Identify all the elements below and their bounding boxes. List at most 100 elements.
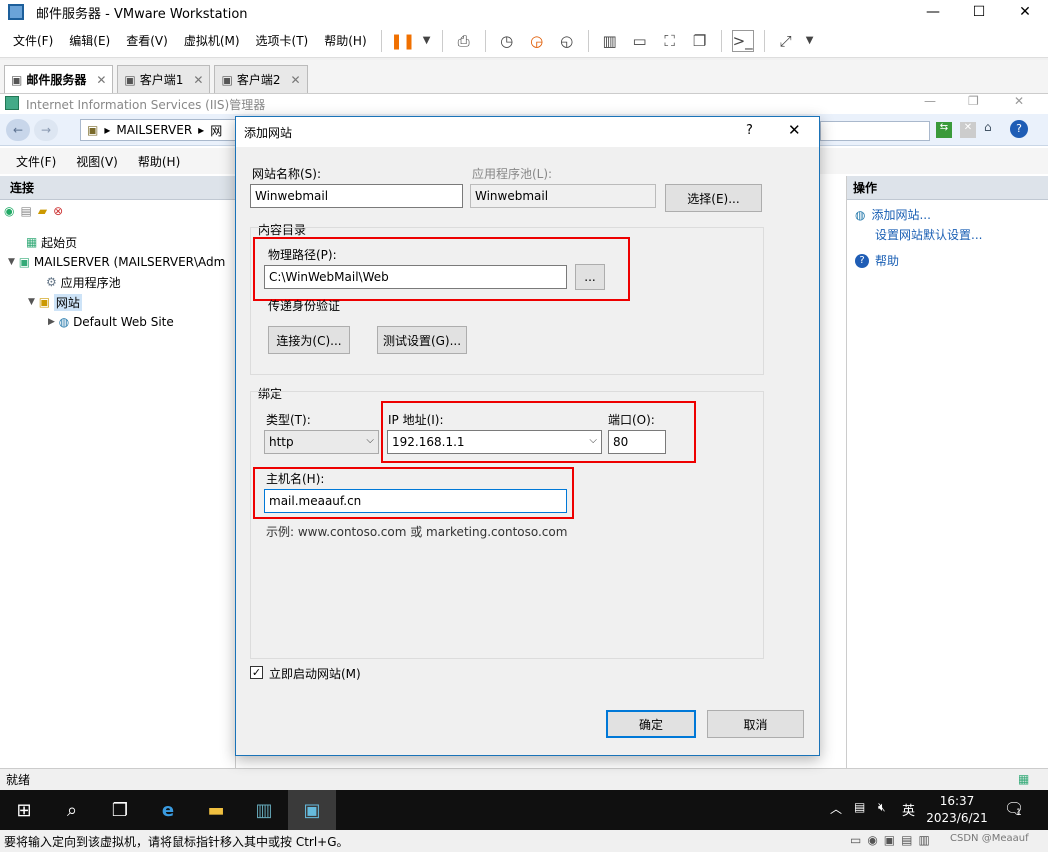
dialog-title-bar: 添加网站 ? ✕: [236, 117, 819, 147]
menu-file[interactable]: 文件(F): [5, 32, 61, 49]
chevron-up-icon[interactable]: ︿: [830, 800, 842, 817]
breadcrumb-server[interactable]: MAILSERVER: [116, 123, 192, 137]
help-button[interactable]: ?: [746, 123, 753, 138]
restore-button[interactable]: ❐: [968, 94, 979, 108]
snapshot-icon[interactable]: ◷: [496, 30, 518, 52]
library-view-icon[interactable]: ▥: [599, 30, 621, 52]
highlight-ip-port: [381, 401, 696, 463]
help-icon[interactable]: ?: [1010, 120, 1028, 138]
menu-edit[interactable]: 编辑(E): [61, 32, 118, 49]
start-now-label: 立即启动网站(M): [269, 667, 361, 681]
clock-date: 2023/6/21: [926, 811, 988, 825]
minimize-button[interactable]: —: [910, 0, 956, 24]
thumbnail-view-icon[interactable]: ▭: [629, 30, 651, 52]
maximize-button[interactable]: ☐: [956, 0, 1002, 24]
ime-indicator[interactable]: 英: [902, 800, 915, 819]
iis-status-bar: 就绪 ▦: [0, 768, 1048, 790]
send-ctrl-alt-del-icon[interactable]: ⎙: [453, 30, 475, 52]
host-name-example: 示例: www.contoso.com 或 marketing.contoso.…: [266, 525, 568, 539]
device-icons[interactable]: ▭◉▣▤▥: [850, 833, 936, 847]
dialog-title: 添加网站: [244, 125, 293, 140]
refresh-icon[interactable]: ⇆: [936, 122, 952, 138]
vm-icon: ▣: [124, 72, 136, 87]
console-icon[interactable]: >_: [731, 29, 754, 52]
close-button[interactable]: ✕: [1002, 0, 1048, 24]
volume-muted-icon[interactable]: 🔇︎: [878, 800, 886, 815]
cancel-button[interactable]: 取消: [707, 710, 804, 738]
chevron-down-icon[interactable]: ▼: [805, 30, 815, 52]
iis-menu-view[interactable]: 视图(V): [66, 153, 128, 170]
internet-explorer-icon[interactable]: e: [144, 790, 192, 830]
type-select[interactable]: http ⌵: [264, 430, 379, 454]
file-explorer-icon[interactable]: ▬: [192, 790, 240, 830]
forward-icon[interactable]: →: [34, 119, 58, 141]
close-icon[interactable]: ✕: [96, 73, 106, 87]
site-defaults-action[interactable]: 设置网站默认设置...: [875, 226, 982, 243]
back-icon[interactable]: ←: [6, 119, 30, 141]
disconnect-icon[interactable]: ⊗: [53, 204, 63, 218]
tab-client1[interactable]: ▣ 客户端1 ✕: [117, 65, 211, 93]
iis-manager-taskbar-icon[interactable]: ▣: [288, 790, 336, 830]
windows-taskbar: ⊞ ⌕ ❐ e ▬ ▥ ▣ ︿ ▤ 🔇︎ 英 16:37 2023/6/21 🗨…: [0, 790, 1048, 830]
chevron-down-icon[interactable]: ▼: [422, 30, 432, 52]
tab-mail-server[interactable]: ▣ 邮件服务器 ✕: [4, 65, 114, 93]
expand-icon[interactable]: ▼: [8, 257, 15, 267]
add-website-dialog: 添加网站 ? ✕ 网站名称(S): Winwebmail 应用程序池(L): W…: [235, 116, 820, 756]
tree-item-sites[interactable]: ▼ ▣ 网站: [28, 292, 82, 312]
start-now-checkbox[interactable]: ✓: [250, 666, 263, 679]
tree-item-server[interactable]: ▼ ▣ MAILSERVER (MAILSERVER\Adm: [8, 252, 225, 272]
network-icon[interactable]: ▤: [854, 800, 865, 814]
menu-tabs[interactable]: 选项卡(T): [248, 32, 317, 49]
iis-menu-file[interactable]: 文件(F): [6, 153, 66, 170]
pause-icon[interactable]: ❚❚: [390, 30, 415, 52]
snapshot-manager-icon[interactable]: ◵: [556, 30, 578, 52]
globe-icon: ◍: [855, 207, 866, 222]
server-manager-icon[interactable]: ▥: [240, 790, 288, 830]
stop-icon[interactable]: ✕: [960, 122, 976, 138]
iis-menu-help[interactable]: 帮助(H): [128, 153, 190, 170]
tree-item-app-pools[interactable]: ⚙ 应用程序池: [46, 272, 121, 292]
status-hint: 要将输入定向到该虚拟机，请将鼠标指针移入其中或按 Ctrl+G。: [4, 834, 349, 849]
tree-label: Default Web Site: [73, 315, 174, 329]
revert-snapshot-icon[interactable]: ◶: [526, 30, 548, 52]
menu-vm[interactable]: 虚拟机(M): [176, 32, 248, 49]
close-icon[interactable]: ✕: [290, 73, 300, 87]
select-app-pool-button[interactable]: 选择(E)...: [665, 184, 762, 212]
breadcrumb[interactable]: ▣ ▸ MAILSERVER ▸ 网: [80, 119, 240, 141]
home-icon[interactable]: ⌂: [984, 120, 992, 134]
add-website-action[interactable]: ◍ 添加网站...: [855, 206, 931, 223]
tree-item-start-page[interactable]: ▦ 起始页: [26, 232, 77, 252]
stretch-icon[interactable]: ⤢: [775, 30, 797, 52]
clock[interactable]: 16:37 2023/6/21: [920, 793, 994, 827]
save-icon[interactable]: ▤: [20, 204, 31, 218]
fullscreen-icon[interactable]: ⛶: [659, 30, 681, 52]
tab-client2[interactable]: ▣ 客户端2 ✕: [214, 65, 308, 93]
iis-title: Internet Information Services (IIS)管理器: [26, 97, 266, 112]
collapse-icon[interactable]: ▶: [48, 317, 55, 327]
tree-item-default-web-site[interactable]: ▶ ◍ Default Web Site: [48, 312, 174, 332]
menu-help[interactable]: 帮助(H): [316, 32, 374, 49]
help-action[interactable]: ? 帮助: [855, 252, 899, 269]
test-settings-button[interactable]: 测试设置(G)...: [377, 326, 467, 354]
minimize-button[interactable]: —: [924, 94, 936, 108]
vm-icon: ▣: [221, 72, 233, 87]
connect-as-button[interactable]: 连接为(C)...: [268, 326, 350, 354]
site-name-input[interactable]: Winwebmail: [250, 184, 463, 208]
tab-label: 客户端1: [139, 73, 184, 87]
close-icon[interactable]: ✕: [193, 73, 203, 87]
expand-icon[interactable]: ▼: [28, 297, 35, 307]
search-icon[interactable]: ⌕: [48, 790, 96, 830]
breadcrumb-sites[interactable]: 网: [210, 122, 222, 139]
unity-icon[interactable]: ❐: [689, 30, 711, 52]
start-icon[interactable]: ⊞: [0, 790, 48, 830]
vm-tab-bar: ▣ 邮件服务器 ✕ ▣ 客户端1 ✕ ▣ 客户端2 ✕: [0, 60, 1048, 94]
ok-button[interactable]: 确定: [606, 710, 696, 738]
address-input[interactable]: [820, 121, 930, 141]
action-label: 设置网站默认设置...: [875, 228, 983, 242]
connect-icon[interactable]: ◉: [4, 204, 14, 218]
close-button[interactable]: ✕: [788, 121, 801, 139]
menu-view[interactable]: 查看(V): [118, 32, 176, 49]
up-folder-icon[interactable]: ▰: [38, 204, 47, 218]
close-button[interactable]: ✕: [1014, 94, 1024, 108]
task-view-icon[interactable]: ❐: [96, 790, 144, 830]
